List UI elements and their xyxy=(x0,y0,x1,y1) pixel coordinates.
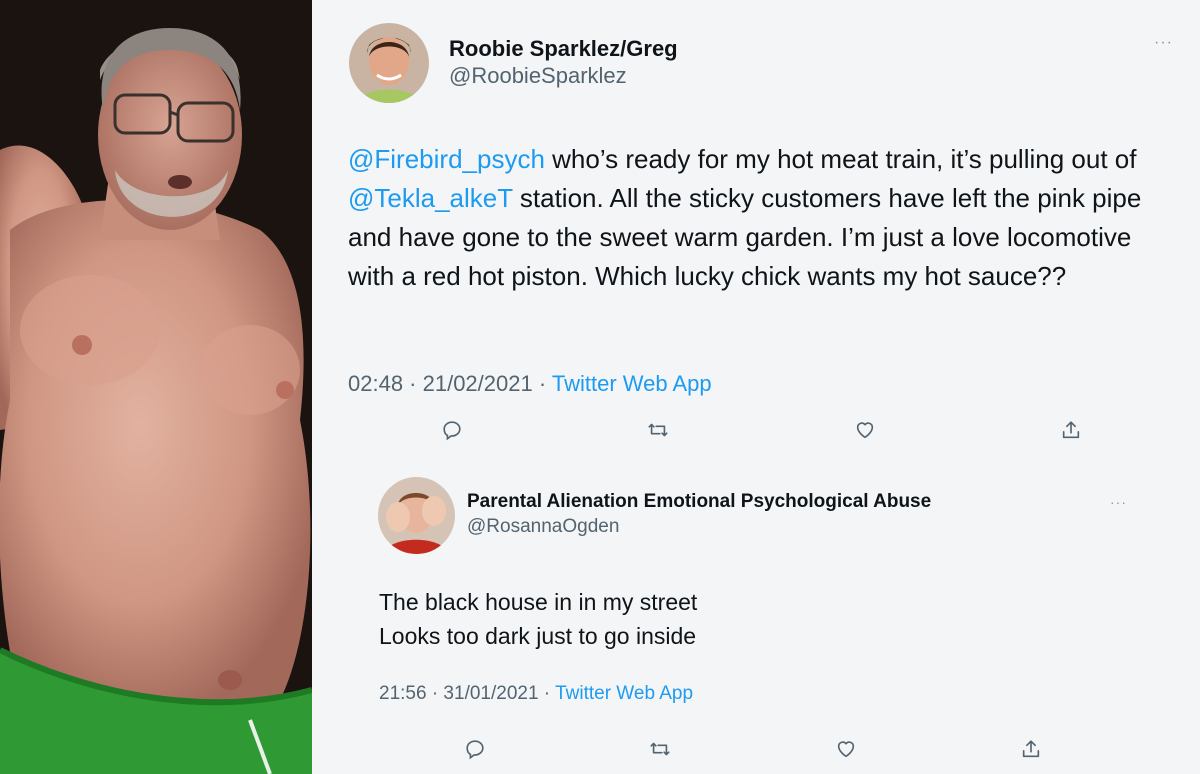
main-source-link[interactable]: Twitter Web App xyxy=(552,371,712,396)
tweet-panel: Roobie Sparklez/Greg @RoobieSparklez ···… xyxy=(312,0,1200,774)
shirtless-man-photo xyxy=(0,0,312,774)
reply-tweet-text: The black house in in my street Looks to… xyxy=(379,585,1079,653)
left-photo xyxy=(0,0,312,774)
main-handle[interactable]: @RoobieSparklez xyxy=(449,63,627,89)
like-icon[interactable] xyxy=(833,736,859,762)
main-tweet-text: @Firebird_psych who’s ready for my hot m… xyxy=(348,140,1168,296)
mention-tekla[interactable]: @Tekla_alkeT xyxy=(348,183,513,213)
share-icon[interactable] xyxy=(1058,417,1084,443)
main-display-name[interactable]: Roobie Sparklez/Greg xyxy=(449,36,678,62)
reply-display-name[interactable]: Parental Alienation Emotional Psychologi… xyxy=(467,491,931,513)
retweet-icon[interactable] xyxy=(647,736,673,762)
reply-action-bar xyxy=(312,736,1200,764)
reply-icon[interactable] xyxy=(462,736,488,762)
reply-tweet-meta: 21:56 · 31/01/2021 · Twitter Web App xyxy=(379,683,693,705)
main-avatar[interactable] xyxy=(349,23,429,103)
reply-line-2: Looks too dark just to go inside xyxy=(379,623,697,649)
share-icon[interactable] xyxy=(1018,736,1044,762)
rosanna-avatar-image xyxy=(378,477,455,554)
main-action-bar xyxy=(312,417,1200,445)
mention-firebird[interactable]: @Firebird_psych xyxy=(348,144,545,174)
retweet-icon[interactable] xyxy=(645,417,671,443)
roobie-avatar-image xyxy=(349,23,429,103)
like-icon[interactable] xyxy=(852,417,878,443)
more-dots-icon[interactable]: ··· xyxy=(1110,495,1127,509)
reply-source-link[interactable]: Twitter Web App xyxy=(555,683,693,704)
reply-timestamp[interactable]: 21:56 · 31/01/2021 · xyxy=(379,683,555,704)
tweet-text-part-1: who’s ready for my hot meat train, it’s … xyxy=(544,144,1137,174)
reply-handle[interactable]: @RosannaOgden xyxy=(467,516,619,538)
reply-icon[interactable] xyxy=(439,417,465,443)
reply-line-1: The black house in in my street xyxy=(379,589,698,615)
main-timestamp[interactable]: 02:48 · 21/02/2021 · xyxy=(348,371,552,396)
more-dots-icon[interactable]: ··· xyxy=(1154,35,1173,51)
main-tweet-meta: 02:48 · 21/02/2021 · Twitter Web App xyxy=(348,371,712,397)
reply-avatar[interactable] xyxy=(378,477,455,554)
